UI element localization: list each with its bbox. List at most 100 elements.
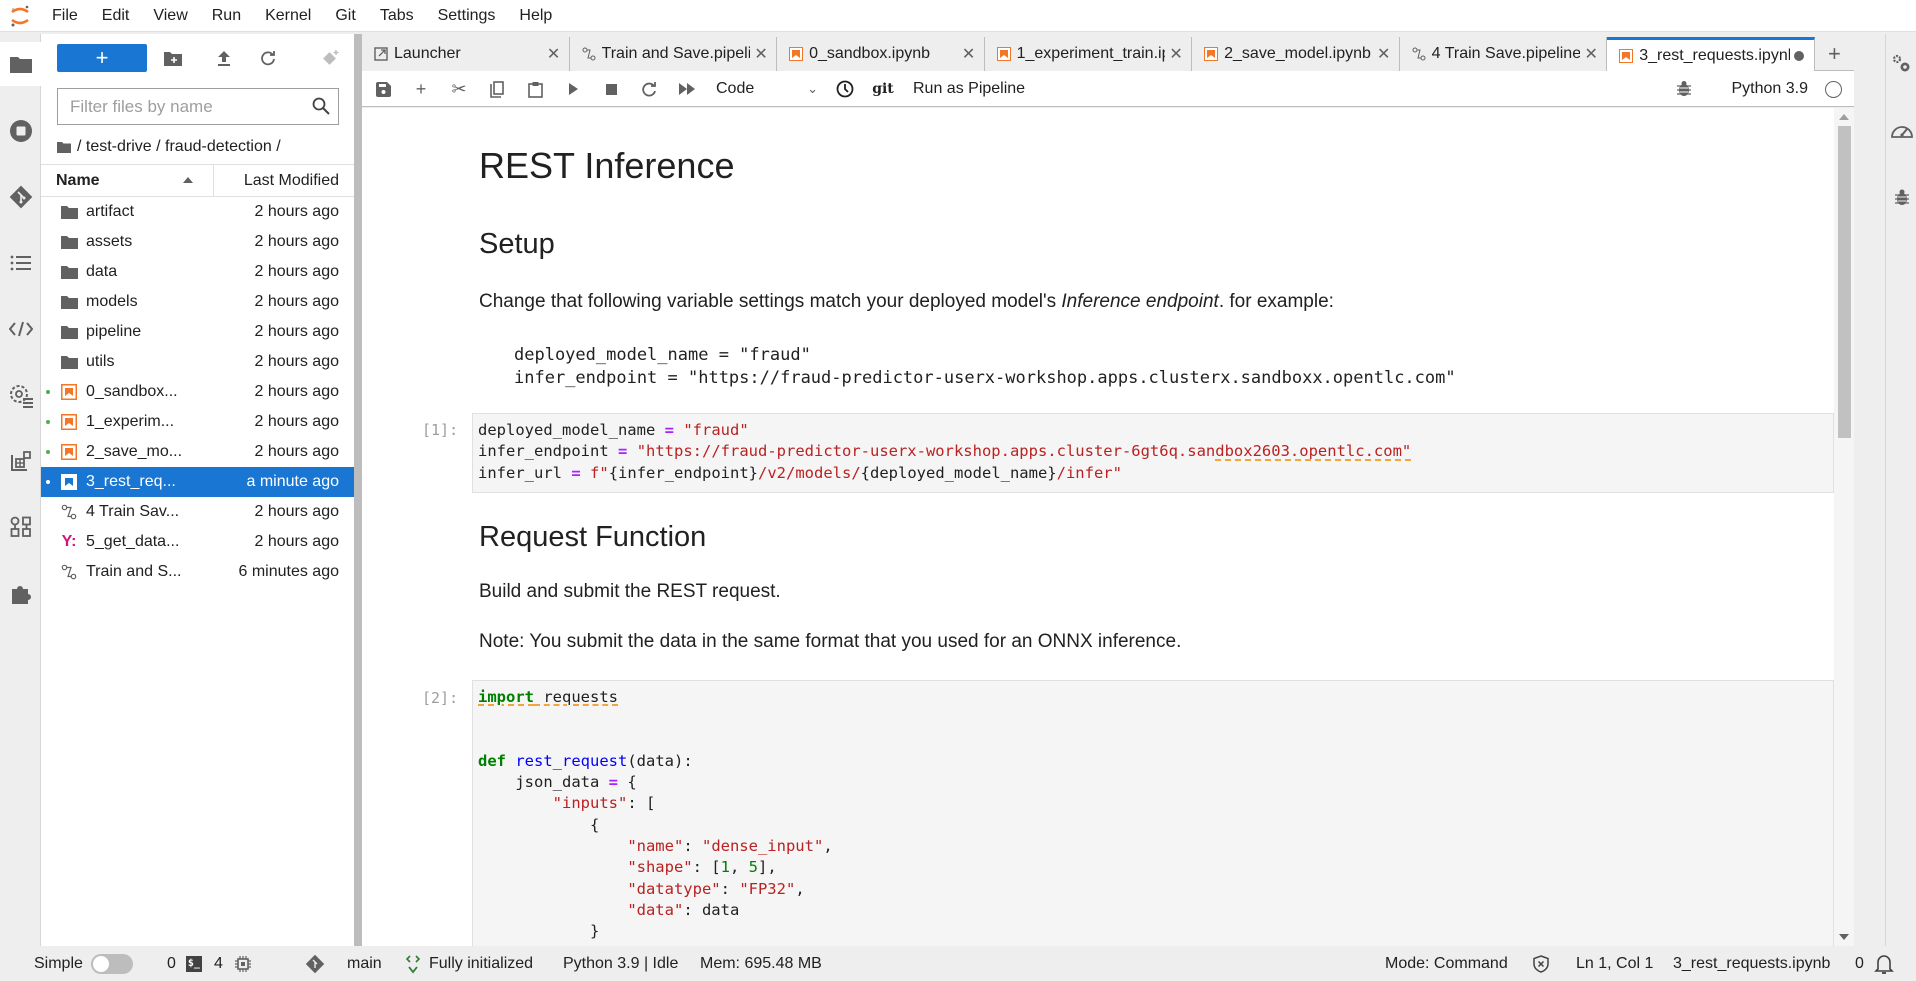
scrollbar-thumb[interactable]: [1838, 126, 1851, 438]
file-list-item[interactable]: data 2 hours ago: [41, 257, 354, 287]
launcher-icon: [374, 47, 388, 61]
simple-mode-toggle[interactable]: [90, 954, 133, 974]
notebook-mode: Mode: Command: [1385, 955, 1508, 972]
menu-kernel[interactable]: Kernel: [253, 0, 323, 32]
cell-type-dropdown[interactable]: Code ⌄: [716, 76, 818, 102]
git-clone-button[interactable]: [317, 44, 345, 72]
copy-cell-button[interactable]: [484, 76, 510, 102]
interrupt-kernel-button[interactable]: [598, 76, 624, 102]
scroll-down-arrow-icon[interactable]: [1839, 934, 1849, 940]
file-list-item[interactable]: assets 2 hours ago: [41, 227, 354, 257]
close-tab-icon[interactable]: ✕: [543, 44, 565, 64]
save-button[interactable]: [370, 76, 396, 102]
file-list-item[interactable]: 4 Train Sav... 2 hours ago: [41, 497, 354, 527]
pipeline-components-tab[interactable]: [0, 505, 41, 549]
new-launcher-button[interactable]: +: [57, 44, 147, 72]
tab-0-sandbox[interactable]: 0_sandbox.ipynb ✕: [777, 37, 985, 71]
file-browser-tab[interactable]: [0, 42, 42, 86]
extensions-tab[interactable]: [0, 571, 41, 615]
restart-kernel-button[interactable]: [636, 76, 662, 102]
tab-train-and-save-pipeline[interactable]: Train and Save.pipeline ✕: [569, 37, 778, 71]
breadcrumb-path[interactable]: / test-drive / fraud-detection /: [77, 138, 281, 156]
cut-cell-button[interactable]: ✂: [446, 76, 472, 102]
menu-edit[interactable]: Edit: [90, 0, 142, 32]
code-cell-2-source[interactable]: import requests def rest_request(data): …: [478, 687, 1828, 943]
home-folder-icon[interactable]: [57, 141, 71, 153]
tab-4-train-save-pipeline[interactable]: 4 Train Save.pipeline ✕: [1399, 37, 1608, 71]
run-cell-button[interactable]: [560, 76, 586, 102]
notifications[interactable]: 0: [1855, 947, 1894, 981]
close-tab-icon[interactable]: ✕: [1580, 44, 1602, 64]
menu-git[interactable]: Git: [323, 0, 367, 32]
code-cell-1-source[interactable]: deployed_model_name = "fraud" infer_endp…: [478, 420, 1828, 484]
code-cell-1[interactable]: deployed_model_name = "fraud" infer_endp…: [472, 413, 1834, 493]
restart-run-all-button[interactable]: [674, 76, 700, 102]
kernel-name-button[interactable]: Python 3.9: [1732, 76, 1809, 102]
git-tab[interactable]: [0, 175, 41, 219]
column-modified-header[interactable]: Last Modified: [244, 165, 339, 196]
column-name-header[interactable]: Name: [41, 165, 214, 196]
file-list-item[interactable]: Y: 5_get_data... 2 hours ago: [41, 527, 354, 557]
component-catalog-tab[interactable]: [0, 439, 41, 483]
tab-3-rest-requests[interactable]: 3_rest_requests.ipynb: [1607, 37, 1815, 72]
file-list: artifact 2 hours ago assets 2 hours ago data…: [41, 197, 354, 587]
running-sessions-tab[interactable]: [0, 109, 41, 153]
file-filter-box: [57, 88, 339, 125]
upload-button[interactable]: [210, 44, 238, 72]
git-icon: [305, 954, 325, 974]
menu-help[interactable]: Help: [507, 0, 564, 32]
debugger-toggle[interactable]: [1676, 80, 1692, 102]
running-terminals-kernels[interactable]: 0 $_ 4: [167, 947, 251, 981]
trust-status[interactable]: [1533, 947, 1549, 981]
close-tab-icon[interactable]: ✕: [750, 44, 772, 64]
code-snippets-tab[interactable]: [0, 307, 41, 351]
file-list-item[interactable]: utils 2 hours ago: [41, 347, 354, 377]
scroll-up-arrow-icon[interactable]: [1839, 114, 1849, 120]
file-list-item[interactable]: 3_rest_req... a minute ago: [41, 467, 354, 497]
menu-settings[interactable]: Settings: [426, 0, 508, 32]
git-branch-status[interactable]: main: [305, 947, 382, 981]
resource-usage-tab[interactable]: [1886, 111, 1916, 151]
file-filter-input[interactable]: [58, 89, 298, 124]
insert-cell-button[interactable]: +: [408, 76, 434, 102]
table-of-contents-tab[interactable]: [0, 241, 41, 285]
request-function-heading: Request Function: [479, 521, 707, 553]
code-cell-2[interactable]: import requests def rest_request(data): …: [472, 680, 1834, 946]
cursor-position[interactable]: Ln 1, Col 1: [1576, 947, 1653, 981]
file-name: 2_save_mo...: [86, 443, 183, 460]
lsp-status[interactable]: Fully initialized: [405, 947, 533, 981]
paste-cell-button[interactable]: [522, 76, 548, 102]
menu-tabs[interactable]: Tabs: [368, 0, 426, 32]
file-list-item[interactable]: 0_sandbox... 2 hours ago: [41, 377, 354, 407]
refresh-button[interactable]: [254, 44, 282, 72]
file-list-item[interactable]: artifact 2 hours ago: [41, 197, 354, 227]
close-tab-icon[interactable]: ✕: [1373, 44, 1395, 64]
runtimes-tab[interactable]: [0, 373, 41, 417]
running-indicator-icon: [46, 480, 50, 484]
menu-file[interactable]: File: [40, 0, 90, 32]
menu-view[interactable]: View: [141, 0, 199, 32]
git-diff-button[interactable]: git: [870, 76, 896, 102]
file-list-item[interactable]: 1_experim... 2 hours ago: [41, 407, 354, 437]
property-inspector-tab[interactable]: [1886, 44, 1916, 84]
menu-run[interactable]: Run: [200, 0, 253, 32]
close-tab-icon[interactable]: ✕: [958, 44, 980, 64]
file-list-item[interactable]: models 2 hours ago: [41, 287, 354, 317]
notebook-scrollbar[interactable]: [1834, 108, 1854, 946]
tab-launcher[interactable]: Launcher ✕: [362, 37, 570, 71]
tab-2-save-model[interactable]: 2_save_model.ipynb ✕: [1192, 37, 1400, 71]
file-list-item[interactable]: pipeline 2 hours ago: [41, 317, 354, 347]
plus-icon: +: [1827, 41, 1841, 66]
file-list-item[interactable]: 2_save_mo... 2 hours ago: [41, 437, 354, 467]
run-as-pipeline-button[interactable]: Run as Pipeline: [913, 76, 1025, 102]
execution-time-button[interactable]: [832, 76, 858, 102]
close-tab-icon[interactable]: ✕: [1165, 44, 1187, 64]
debugger-tab[interactable]: [1886, 177, 1916, 217]
add-tab-button[interactable]: +: [1815, 37, 1854, 71]
new-folder-button[interactable]: [159, 44, 187, 72]
kernel-status[interactable]: Python 3.9 | Idle: [563, 947, 678, 981]
tab-1-experiment-train[interactable]: 1_experiment_train.ipynb ✕: [984, 37, 1193, 71]
panel-splitter[interactable]: [354, 34, 362, 946]
unsaved-changes-dot-icon[interactable]: [1793, 51, 1804, 61]
file-list-item[interactable]: Train and S... 6 minutes ago: [41, 557, 354, 587]
